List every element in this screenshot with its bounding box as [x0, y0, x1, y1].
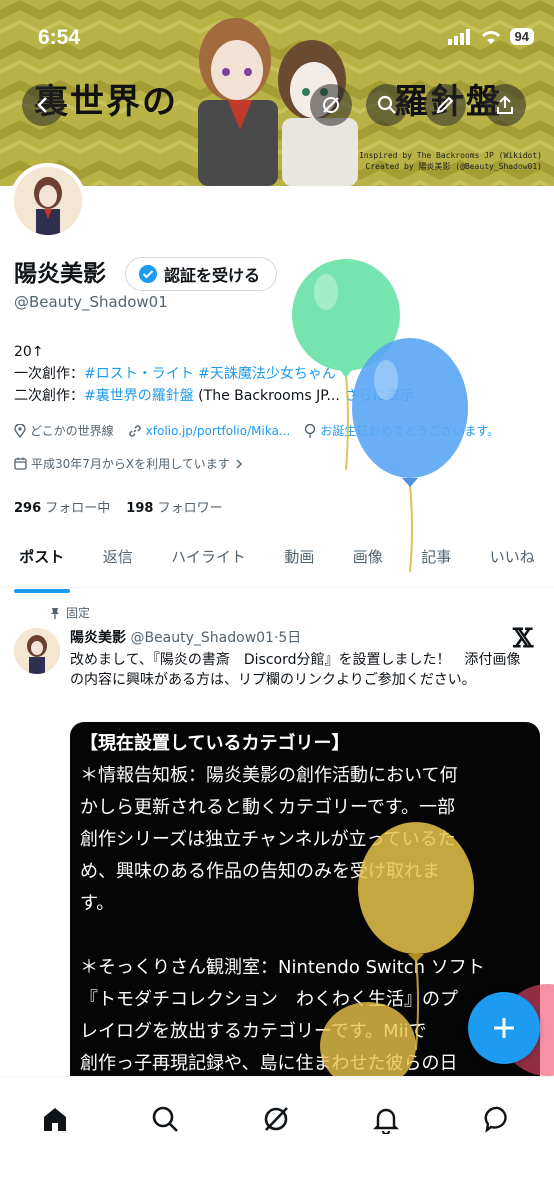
tab-posts[interactable]: ポスト [0, 540, 83, 587]
get-verified-button[interactable]: 認証を受ける [125, 257, 278, 291]
banner-credit-line: Inspired by The Backrooms JP (Wikidot) [358, 151, 542, 160]
image-text-line: かしら更新されると動くカテゴリーです。一部 [80, 797, 456, 818]
search-icon [152, 1106, 178, 1132]
followers-count: 198 [126, 501, 154, 516]
joined-text: 平成30年7月からXを利用しています [31, 457, 230, 471]
birthday-text: お誕生日おめでとうございます。 [320, 424, 500, 438]
tab-replies[interactable]: 返信 [83, 540, 151, 587]
followers-link[interactable]: 198 フォロワー [126, 497, 222, 516]
banner-credit-line: Created by 陽炎美影 (@Beauty_Shadow01) [365, 162, 543, 171]
image-text-line: レイログを放出するカテゴリーです。Miiで [80, 1021, 427, 1042]
follow-stats: 296 フォロー中 198 フォロワー [14, 497, 223, 516]
battery-level: 94 [509, 28, 534, 45]
link-icon [128, 424, 141, 437]
location: どこかの世界線 [14, 422, 114, 439]
tab-likes[interactable]: いいね [471, 540, 554, 587]
compose-button[interactable] [468, 992, 540, 1064]
plus-icon [494, 1018, 514, 1038]
calendar-icon [14, 457, 27, 470]
home-icon [44, 1108, 66, 1131]
birthday: お誕生日おめでとうございます。 [304, 422, 499, 439]
status-icons: 94 [447, 28, 534, 45]
image-text-line: す。 [80, 893, 115, 914]
banner-credit: Inspired by The Backrooms JP (Wikidot) C… [359, 150, 542, 172]
joined-date[interactable]: 平成30年7月からXを利用しています [14, 455, 244, 472]
share-button[interactable] [484, 84, 526, 126]
avatar-image [14, 167, 82, 235]
show-more-link[interactable]: さらに表示 [344, 388, 414, 404]
image-text-line: め、興味のある作品の告知のみを受け取れま [80, 861, 440, 882]
location-icon [14, 423, 26, 438]
profile-handle: @Beauty_Shadow01 [14, 293, 168, 311]
profile-bio: 20↑ 一次創作：#ロスト・ライト #天誅魔法少女ちゃん 二次創作：#裏世界の羅… [14, 341, 414, 407]
profile-tabs: ポスト 返信 ハイライト 動画 画像 記事 いいね [0, 540, 554, 588]
post-handle-time: @Beauty_Shadow01·5日 [130, 630, 302, 646]
avatar-image [14, 628, 60, 674]
verified-badge-icon [139, 265, 157, 283]
bio-line: 20↑ [14, 344, 44, 360]
balloon-icon [305, 423, 316, 438]
post-image[interactable]: 【現在設置しているカテゴリー】 ＊情報告知板：陽炎美影の創作活動において何 かし… [70, 722, 540, 1102]
grok-icon [264, 1107, 288, 1131]
tab-images[interactable]: 画像 [334, 540, 402, 587]
wifi-icon [481, 30, 500, 44]
website[interactable]: xfolio.jp/portfolio/Mika... [128, 422, 291, 439]
post-author-avatar[interactable] [14, 628, 60, 674]
image-text-line: ＊そっくりさん観測室：Nintendo Switch ソフト [80, 957, 485, 978]
bio-line: 一次創作：#ロスト・ライト #天誅魔法少女ちゃん [14, 363, 414, 385]
chevron-right-icon [236, 458, 242, 469]
hashtag-link[interactable]: #ロスト・ライト #天誅魔法少女ちゃん [84, 366, 336, 382]
chevron-left-icon [37, 97, 47, 113]
nav-search[interactable] [143, 1097, 187, 1141]
back-button[interactable] [22, 84, 64, 126]
profile-name: 陽炎美影 [14, 261, 106, 287]
signal-icon [447, 28, 470, 45]
nav-home[interactable] [33, 1097, 77, 1141]
bio-line: 二次創作：#裏世界の羅針盤 (The Backrooms JP... さらに表示 [14, 385, 414, 407]
image-text-line: 『トモダチコレクション わくわく生活』のプ [80, 989, 458, 1010]
pencil-icon [436, 96, 454, 114]
nav-notifications[interactable] [364, 1097, 408, 1141]
following-count: 296 [14, 501, 42, 516]
nav-messages[interactable] [476, 1097, 520, 1141]
bio-text: (The Backrooms JP... [193, 388, 345, 404]
profile-meta: どこかの世界線 xfolio.jp/portfolio/Mika... お誕生日… [14, 422, 499, 439]
grok-button[interactable] [310, 84, 352, 126]
message-icon [484, 1106, 507, 1133]
bio-prefix: 二次創作： [14, 388, 84, 404]
tab-articles[interactable]: 記事 [402, 540, 470, 587]
pinned-label: 固定 [50, 604, 90, 621]
post-author-name[interactable]: 陽炎美影 [70, 630, 126, 646]
hashtag-link[interactable]: #裏世界の羅針盤 [84, 388, 194, 404]
status-time: 6:54 [38, 26, 81, 49]
location-text: どこかの世界線 [30, 424, 114, 438]
image-text-line: 創作シリーズは独立チャンネルが立っているた [80, 829, 456, 850]
pinned-text: 固定 [66, 606, 91, 620]
image-text-line: 【現在設置しているカテゴリー】 [80, 733, 350, 754]
search-button[interactable] [366, 84, 408, 126]
website-link[interactable]: xfolio.jp/portfolio/Mika... [146, 424, 291, 438]
profile-avatar[interactable] [10, 163, 86, 239]
profile-banner[interactable]: 6:54 94 裏世界の 羅針盤 Inspired by The Backroo… [0, 0, 554, 186]
grok-icon [323, 97, 339, 113]
followers-label: フォロワー [157, 501, 223, 516]
bell-icon [373, 1108, 399, 1134]
nav-grok[interactable] [254, 1097, 298, 1141]
tab-highlights[interactable]: ハイライト [152, 540, 265, 587]
pin-icon [51, 607, 59, 619]
image-text-line [80, 920, 530, 952]
post-header: 陽炎美影 @Beauty_Shadow01·5日 [70, 627, 301, 647]
following-label: フォロー中 [45, 501, 111, 516]
get-verified-label: 認証を受ける [164, 266, 261, 285]
edit-button[interactable] [424, 84, 466, 126]
bottom-nav [0, 1076, 554, 1200]
post-text: 改めまして、『陽炎の書斎 Discord分館』を設置しました！ 添付画像の内容に… [70, 652, 521, 688]
tab-videos[interactable]: 動画 [265, 540, 333, 587]
image-text-line: ＊情報告知板：陽炎美影の創作活動において何 [80, 765, 458, 786]
bio-prefix: 一次創作： [14, 366, 84, 382]
search-icon [377, 95, 396, 114]
share-icon [497, 95, 513, 114]
following-link[interactable]: 296 フォロー中 [14, 497, 110, 516]
